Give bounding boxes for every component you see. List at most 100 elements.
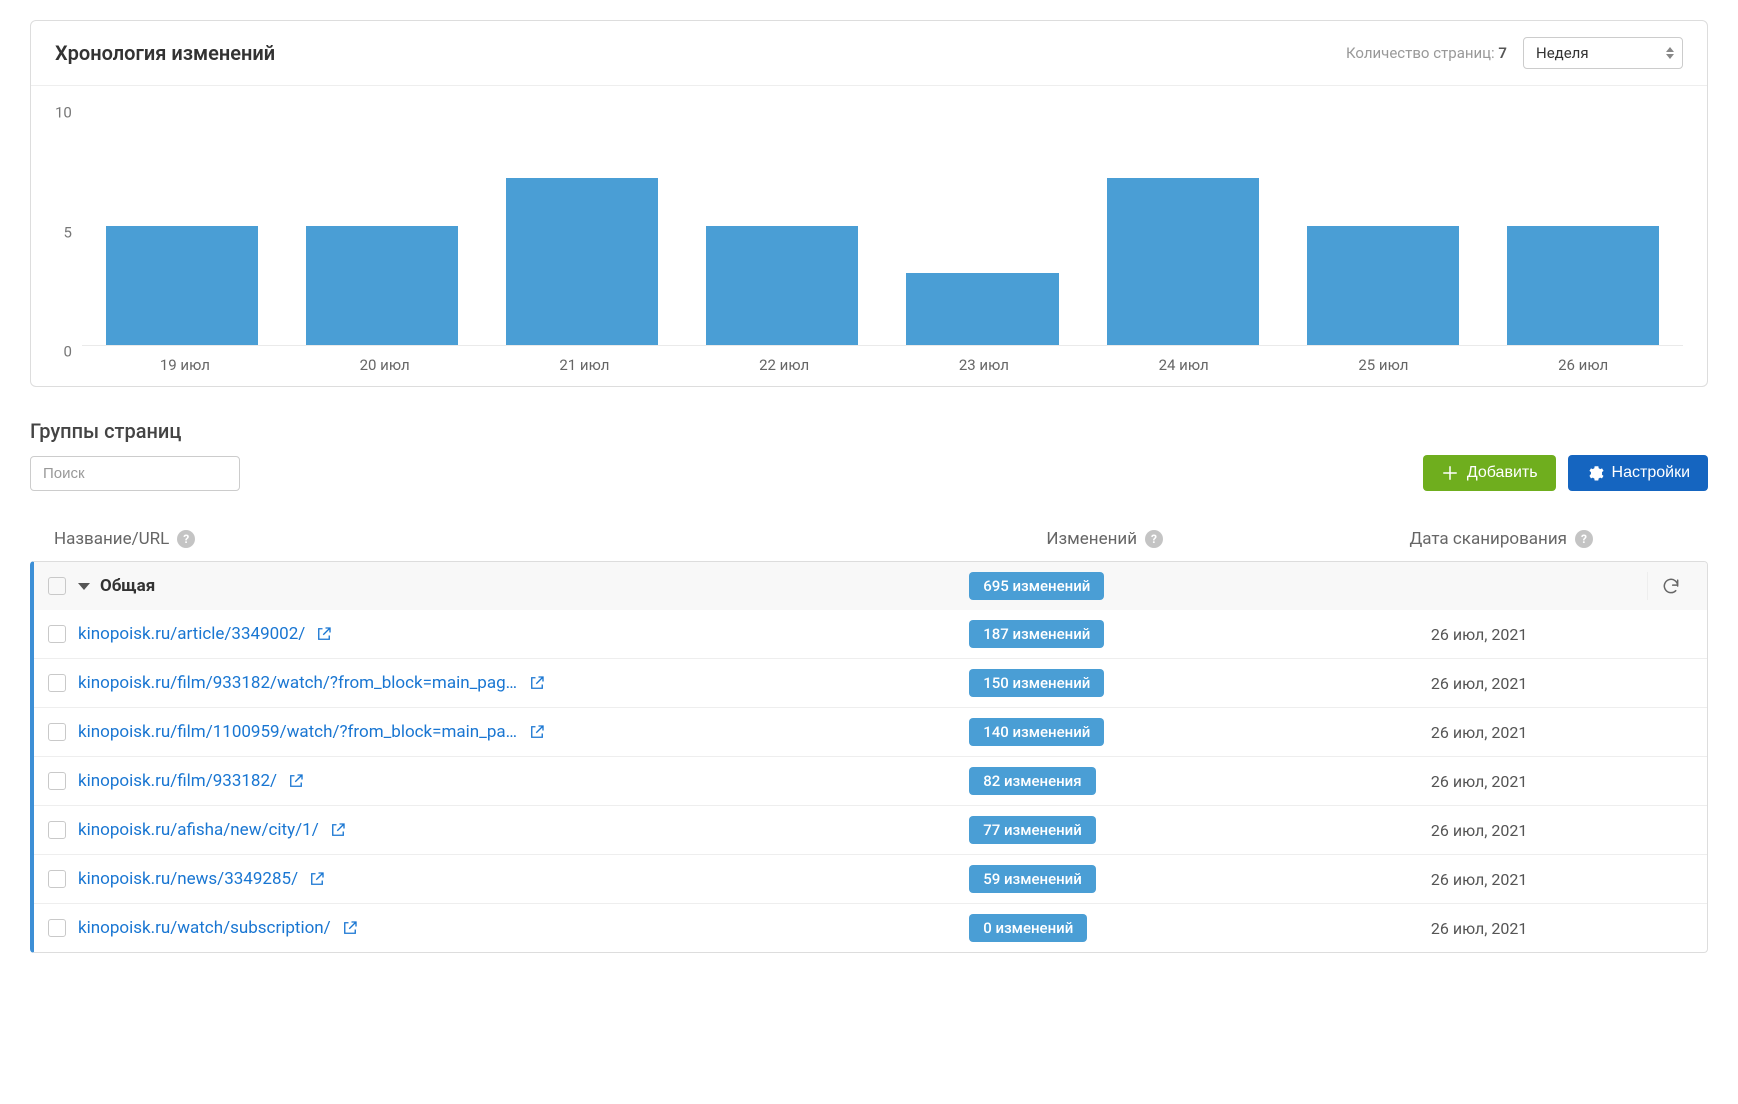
bar[interactable]	[106, 226, 258, 346]
chart-header-right: Количество страниц: 7 Неделя	[1346, 37, 1683, 69]
chart-body: 10 5 0 19 июл 20 июл 21 июл 22 июл 23 июл 24 ию…	[31, 86, 1707, 386]
checkbox[interactable]	[48, 919, 66, 937]
chart-header: Хронология изменений Количество страниц:…	[31, 21, 1707, 86]
checkbox[interactable]	[48, 870, 66, 888]
row-date: 26 июл, 2021	[1265, 919, 1693, 938]
changes-badge: 0 изменений	[969, 914, 1087, 942]
chart-area: 10 5 0	[55, 106, 1683, 346]
x-tick: 21 июл	[559, 356, 609, 374]
help-icon: ?	[1575, 530, 1593, 548]
add-button-label: Добавить	[1467, 464, 1538, 482]
external-link-icon[interactable]	[329, 821, 347, 839]
chart-plot	[82, 106, 1683, 346]
x-tick: 25 июл	[1358, 356, 1408, 374]
external-link-icon[interactable]	[528, 674, 546, 692]
bar[interactable]	[706, 226, 858, 346]
col-name-header[interactable]: Название/URL ?	[54, 529, 1046, 549]
settings-button-label: Настройки	[1612, 464, 1690, 482]
x-tick: 19 июл	[160, 356, 210, 374]
bar[interactable]	[1107, 178, 1259, 345]
url-link[interactable]: kinopoisk.ru/film/933182/watch/?from_blo…	[78, 673, 518, 693]
changes-badge: 82 изменения	[969, 767, 1095, 795]
help-icon: ?	[177, 530, 195, 548]
gear-icon	[1586, 464, 1604, 482]
changes-badge: 77 изменений	[969, 816, 1096, 844]
changes-badge: 59 изменений	[969, 865, 1096, 893]
refresh-button[interactable]	[1647, 572, 1693, 600]
changes-badge: 150 изменений	[969, 669, 1104, 697]
refresh-icon	[1661, 576, 1681, 596]
x-tick: 24 июл	[1159, 356, 1209, 374]
period-select[interactable]: Неделя	[1523, 37, 1683, 69]
x-tick: 20 июл	[360, 356, 410, 374]
row-date: 26 июл, 2021	[1265, 674, 1693, 693]
settings-button[interactable]: Настройки	[1568, 455, 1708, 491]
external-link-icon[interactable]	[287, 772, 305, 790]
row-date: 26 июл, 2021	[1265, 870, 1693, 889]
table: Общая 695 изменений kinopoisk.ru/article…	[30, 561, 1708, 953]
col-date-label: Дата сканирования	[1409, 529, 1567, 549]
table-header: Название/URL ? Изменений ? Дата сканиров…	[30, 519, 1708, 561]
updown-icon	[1666, 47, 1674, 59]
checkbox[interactable]	[48, 821, 66, 839]
page-count: Количество страниц: 7	[1346, 44, 1507, 62]
url-link[interactable]: kinopoisk.ru/afisha/new/city/1/	[78, 820, 319, 840]
page-count-value: 7	[1498, 44, 1507, 62]
x-tick: 23 июл	[959, 356, 1009, 374]
bar[interactable]	[1507, 226, 1659, 346]
url-link[interactable]: kinopoisk.ru/film/933182/	[78, 771, 277, 791]
y-tick: 10	[55, 106, 72, 107]
row-date: 26 июл, 2021	[1265, 821, 1693, 840]
changes-badge: 695 изменений	[969, 572, 1104, 600]
url-link[interactable]: kinopoisk.ru/watch/subscription/	[78, 918, 331, 938]
table-row: kinopoisk.ru/afisha/new/city/1/77 измене…	[34, 805, 1707, 854]
col-name-label: Название/URL	[54, 529, 169, 549]
y-tick: 5	[63, 225, 71, 226]
page-count-label: Количество страниц:	[1346, 44, 1495, 62]
row-date: 26 июл, 2021	[1265, 625, 1693, 644]
table-row: kinopoisk.ru/film/933182/82 изменения 26 …	[34, 756, 1707, 805]
col-changes-header[interactable]: Изменений ?	[1046, 529, 1294, 549]
checkbox[interactable]	[48, 674, 66, 692]
url-link[interactable]: kinopoisk.ru/article/3349002/	[78, 624, 305, 644]
bar[interactable]	[906, 273, 1058, 345]
checkbox[interactable]	[48, 577, 66, 595]
chart-card: Хронология изменений Количество страниц:…	[30, 20, 1708, 387]
url-link[interactable]: kinopoisk.ru/film/1100959/watch/?from_bl…	[78, 722, 518, 742]
checkbox[interactable]	[48, 723, 66, 741]
bar[interactable]	[506, 178, 658, 345]
external-link-icon[interactable]	[315, 625, 333, 643]
x-tick: 26 июл	[1558, 356, 1608, 374]
bar[interactable]	[1307, 226, 1459, 346]
table-group-row[interactable]: Общая 695 изменений	[34, 562, 1707, 610]
table-row: kinopoisk.ru/article/3349002/187 изменен…	[34, 610, 1707, 658]
checkbox[interactable]	[48, 625, 66, 643]
x-tick: 22 июл	[759, 356, 809, 374]
col-date-header[interactable]: Дата сканирования ?	[1294, 529, 1708, 549]
table-row: kinopoisk.ru/news/3349285/59 изменений 26…	[34, 854, 1707, 903]
external-link-icon[interactable]	[341, 919, 359, 937]
row-date: 26 июл, 2021	[1265, 772, 1693, 791]
search-input[interactable]	[30, 456, 240, 491]
row-date: 26 июл, 2021	[1265, 723, 1693, 742]
plus-icon	[1441, 464, 1459, 482]
y-tick: 0	[63, 345, 71, 346]
col-changes-label: Изменений	[1046, 529, 1137, 549]
toolbar-buttons: Добавить Настройки	[1423, 455, 1708, 491]
group-name: Общая	[100, 576, 155, 596]
groups-title: Группы страниц	[30, 419, 1708, 443]
external-link-icon[interactable]	[308, 870, 326, 888]
caret-down-icon[interactable]	[78, 583, 90, 590]
external-link-icon[interactable]	[528, 723, 546, 741]
help-icon: ?	[1145, 530, 1163, 548]
add-button[interactable]: Добавить	[1423, 455, 1556, 491]
bar[interactable]	[306, 226, 458, 346]
x-axis: 19 июл 20 июл 21 июл 22 июл 23 июл 24 июл 25 и…	[55, 346, 1683, 374]
checkbox[interactable]	[48, 772, 66, 790]
bars-container	[82, 106, 1683, 345]
changes-badge: 187 изменений	[969, 620, 1104, 648]
groups-toolbar: Добавить Настройки	[30, 455, 1708, 491]
url-link[interactable]: kinopoisk.ru/news/3349285/	[78, 869, 298, 889]
changes-badge: 140 изменений	[969, 718, 1104, 746]
table-row: kinopoisk.ru/film/1100959/watch/?from_bl…	[34, 707, 1707, 756]
